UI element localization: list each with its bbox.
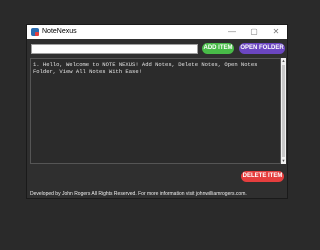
window-title: NoteNexus [42, 28, 77, 35]
maximize-icon[interactable]: ▢ [243, 25, 265, 39]
notes-list[interactable]: 1. Hello, Welcome to NOTE NEXUS! Add Not… [30, 58, 281, 164]
notes-scrollbar[interactable]: ▲ ▼ [281, 58, 286, 164]
app-logo-icon [31, 28, 39, 36]
add-item-button[interactable]: ADD ITEM [202, 43, 234, 54]
footer-credits: Developed by John Rogers All Rights Rese… [30, 191, 247, 197]
app-window: NoteNexus — ▢ ✕ ADD ITEM OPEN FOLDER 1. … [26, 24, 288, 199]
note-input[interactable] [31, 44, 198, 54]
minimize-icon[interactable]: — [221, 25, 243, 39]
scroll-up-icon[interactable]: ▲ [281, 58, 286, 64]
scroll-thumb[interactable] [282, 65, 285, 157]
close-icon[interactable]: ✕ [265, 25, 287, 39]
delete-item-button[interactable]: DELETE ITEM [241, 171, 284, 182]
title-bar[interactable]: NoteNexus — ▢ ✕ [27, 25, 287, 39]
open-folder-button[interactable]: OPEN FOLDER [239, 43, 285, 54]
scroll-down-icon[interactable]: ▼ [281, 158, 286, 164]
note-item[interactable]: 1. Hello, Welcome to NOTE NEXUS! Add Not… [33, 61, 278, 75]
